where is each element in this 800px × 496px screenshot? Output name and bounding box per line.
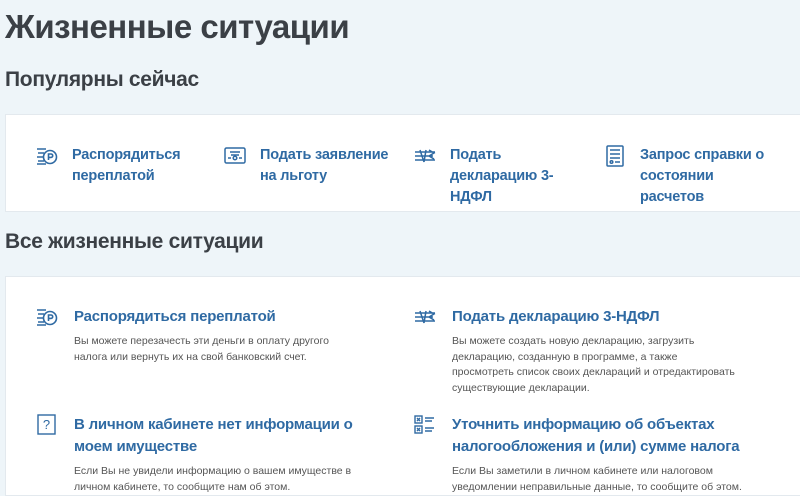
all-situations-card: Распорядиться переплатой Вы можете переза…	[5, 276, 800, 496]
popular-item-statement-request[interactable]: Запрос справки о состоянии расчетов	[604, 145, 780, 208]
situation-declaration[interactable]: Подать декларацию 3-НДФЛ Вы можете создат…	[414, 306, 737, 396]
certificate-icon	[224, 147, 246, 164]
page-title: Жизненные ситуации	[5, 8, 350, 45]
declaration-icon	[415, 310, 436, 324]
svg-text:?: ?	[43, 417, 50, 432]
popular-item-declaration[interactable]: Подать декларацию 3-НДФЛ	[414, 145, 590, 208]
question-icon: ?	[37, 414, 56, 435]
situation-clarify-tax-objects[interactable]: Уточнить информацию об объектах налогооб…	[414, 414, 742, 495]
all-situations-heading: Все жизненные ситуации	[5, 230, 264, 253]
popular-card: Распорядиться переплатой Подать заявлени…	[5, 114, 800, 212]
ruble-coins-icon	[37, 309, 58, 326]
popular-item-overpayment[interactable]: Распорядиться переплатой	[36, 145, 202, 187]
situation-no-property-info[interactable]: ? В личном кабинете нет информации о мое…	[36, 414, 364, 495]
ruble-coins-icon	[37, 148, 58, 165]
situation-overpayment[interactable]: Распорядиться переплатой Вы можете переза…	[36, 306, 364, 365]
popular-item-benefit[interactable]: Подать заявление на льготу	[224, 145, 400, 187]
checklist-icon	[414, 415, 434, 434]
declaration-icon	[415, 149, 436, 163]
popular-heading: Популярны сейчас	[5, 68, 199, 91]
document-list-icon	[606, 145, 624, 167]
